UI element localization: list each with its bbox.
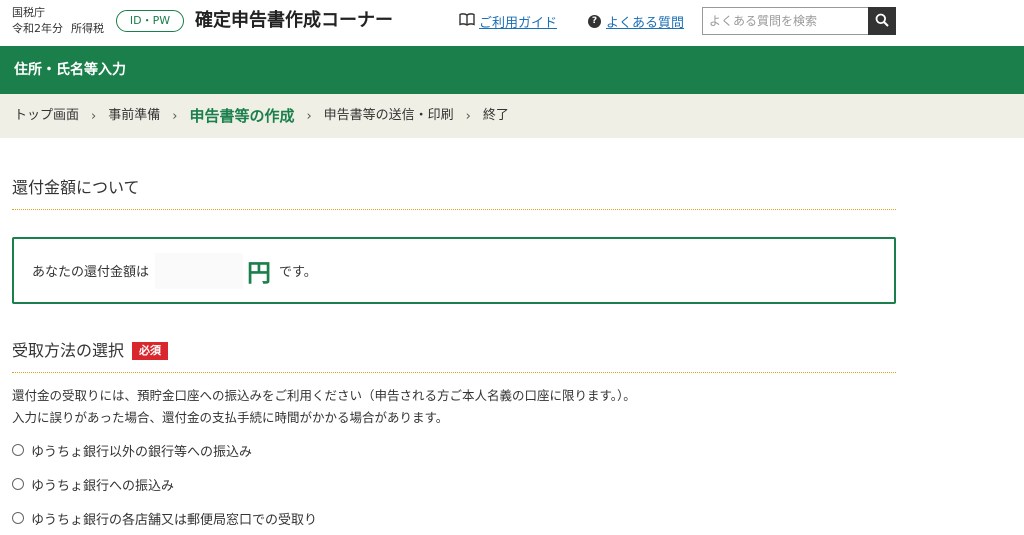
radio-button[interactable] xyxy=(12,444,24,456)
breadcrumb-separator: › xyxy=(91,108,97,124)
method-heading: 受取方法の選択 必須 xyxy=(12,340,896,373)
tax-type: 所得税 xyxy=(71,22,104,35)
breadcrumb-separator: › xyxy=(465,108,471,124)
radio-button[interactable] xyxy=(12,478,24,490)
method-description-line-1: 還付金の受取りには、預貯金口座への振込みをご利用ください（申告される方ご本人名義… xyxy=(12,388,636,403)
breadcrumb-item-preparation: 事前準備 xyxy=(108,108,161,123)
radio-option-label: ゆうちょ銀行以外の銀行等への振込み xyxy=(31,444,253,460)
breadcrumb-separator: › xyxy=(172,108,178,124)
breadcrumb-item-send-print: 申告書等の送信・印刷 xyxy=(323,108,454,123)
radio-option-post-office-counter[interactable]: ゆうちょ銀行の各店舗又は郵便局窓口での受取り xyxy=(12,508,317,528)
faq-search xyxy=(702,7,896,35)
refund-amount-box: あなたの還付金額は 円 です。 xyxy=(12,237,896,304)
agency-info: 国税庁 令和2年分 所得税 xyxy=(12,5,104,37)
radio-option-label: ゆうちょ銀行への振込み xyxy=(31,478,175,494)
yen-unit: 円 xyxy=(247,259,272,287)
faq-link[interactable]: ? よくある質問 xyxy=(588,11,684,31)
header: 国税庁 令和2年分 所得税 ID・PW 確定申告書作成コーナー ご利用ガイド ? … xyxy=(0,0,1024,46)
question-circle-icon: ? xyxy=(588,14,601,28)
refund-heading-text: 還付金額について xyxy=(12,178,140,197)
id-pw-badge[interactable]: ID・PW xyxy=(116,10,184,32)
agency-name: 国税庁 xyxy=(12,6,45,19)
guide-link[interactable]: ご利用ガイド xyxy=(459,11,557,31)
breadcrumb-item-create: 申告書等の作成 xyxy=(189,107,295,125)
app-title: 確定申告書作成コーナー xyxy=(195,10,393,31)
radio-option-label: ゆうちょ銀行の各店舗又は郵便局窓口での受取り xyxy=(31,512,318,528)
required-badge: 必須 xyxy=(132,342,169,360)
search-button[interactable] xyxy=(868,7,896,35)
method-description: 還付金の受取りには、預貯金口座への振込みをご利用ください（申告される方ご本人名義… xyxy=(12,385,912,429)
refund-suffix: です。 xyxy=(279,265,317,280)
tax-year: 令和2年分 xyxy=(12,22,63,35)
refund-heading: 還付金額について xyxy=(12,177,896,210)
radio-option-bank-transfer[interactable]: ゆうちょ銀行以外の銀行等への振込み xyxy=(12,440,252,460)
method-description-line-2: 入力に誤りがあった場合、還付金の支払手続に時間がかかる場合があります。 xyxy=(12,410,449,425)
refund-prefix: あなたの還付金額は xyxy=(32,265,150,280)
faq-search-input[interactable] xyxy=(702,7,868,35)
breadcrumb: トップ画面 › 事前準備 › 申告書等の作成 › 申告書等の送信・印刷 › 終了 xyxy=(0,94,1024,138)
section-title: 住所・氏名等入力 xyxy=(14,62,126,78)
search-icon xyxy=(875,13,889,30)
breadcrumb-separator: › xyxy=(306,108,312,124)
radio-button[interactable] xyxy=(12,512,24,524)
breadcrumb-item-finish: 終了 xyxy=(482,108,509,123)
faq-link-label: よくある質問 xyxy=(606,15,685,31)
guide-link-label: ご利用ガイド xyxy=(479,15,558,31)
radio-option-yucho-transfer[interactable]: ゆうちょ銀行への振込み xyxy=(12,474,174,494)
book-icon xyxy=(459,12,475,30)
section-title-bar: 住所・氏名等入力 xyxy=(0,46,1024,94)
method-heading-text: 受取方法の選択 xyxy=(12,341,125,360)
breadcrumb-item-top: トップ画面 xyxy=(14,108,80,123)
refund-amount xyxy=(155,252,244,289)
